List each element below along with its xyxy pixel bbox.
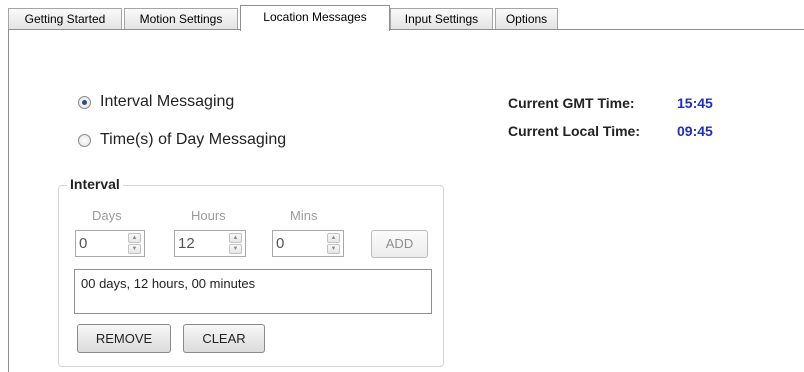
hours-stepper[interactable]: 12 ▲ ▼: [174, 230, 246, 257]
local-time-value: 09:45: [677, 123, 713, 139]
panel-border: [8, 29, 9, 372]
mins-label: Mins: [290, 208, 318, 223]
hours-value: 12: [178, 235, 195, 252]
days-value: 0: [79, 235, 88, 252]
time-of-day-messaging-label: Time(s) of Day Messaging: [100, 131, 287, 148]
arrow-down-icon[interactable]: ▼: [229, 244, 242, 254]
tab-motion-settings[interactable]: Motion Settings: [124, 8, 238, 29]
days-label: Days: [92, 208, 122, 223]
interval-messaging-label: Interval Messaging: [100, 93, 235, 110]
arrow-up-icon[interactable]: ▲: [229, 233, 242, 243]
interval-messaging-option[interactable]: Interval Messaging: [78, 91, 234, 113]
interval-group-title: Interval: [67, 176, 123, 192]
tab-divider: [8, 29, 804, 30]
tab-input-settings[interactable]: Input Settings: [390, 8, 493, 29]
add-button[interactable]: ADD: [371, 230, 428, 258]
tab-getting-started[interactable]: Getting Started: [8, 8, 122, 29]
interval-messaging-radio[interactable]: [78, 95, 91, 109]
mins-stepper[interactable]: 0 ▲ ▼: [272, 230, 344, 257]
remove-button[interactable]: REMOVE: [77, 324, 171, 353]
arrow-up-icon[interactable]: ▲: [327, 233, 340, 243]
time-of-day-messaging-radio[interactable]: [78, 133, 91, 147]
tab-location-messages[interactable]: Location Messages: [240, 5, 390, 31]
mins-value: 0: [276, 235, 285, 252]
gmt-time-label: Current GMT Time:: [508, 95, 635, 111]
tab-options[interactable]: Options: [495, 8, 558, 29]
arrow-up-icon[interactable]: ▲: [128, 233, 141, 243]
days-stepper[interactable]: 0 ▲ ▼: [75, 230, 145, 257]
clear-button[interactable]: CLEAR: [183, 324, 265, 353]
arrow-down-icon[interactable]: ▼: [327, 244, 340, 254]
hours-label: Hours: [191, 208, 226, 223]
gmt-time-value: 15:45: [677, 95, 713, 111]
interval-list[interactable]: 00 days, 12 hours, 00 minutes: [74, 269, 432, 314]
local-time-label: Current Local Time:: [508, 123, 640, 139]
arrow-down-icon[interactable]: ▼: [128, 244, 141, 254]
list-item[interactable]: 00 days, 12 hours, 00 minutes: [81, 276, 255, 291]
time-of-day-messaging-option[interactable]: Time(s) of Day Messaging: [78, 129, 286, 151]
